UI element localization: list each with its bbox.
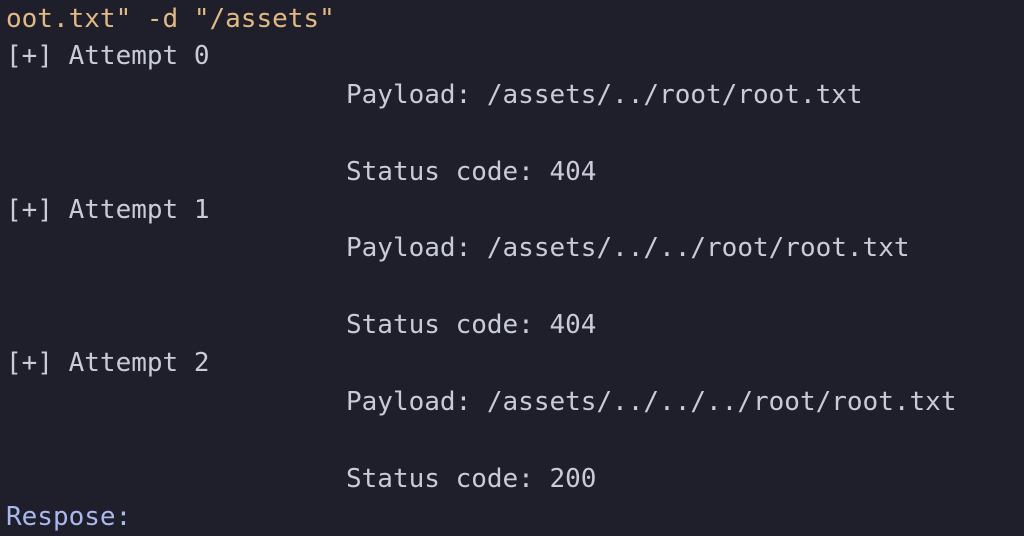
payload-line: Payload: /assets/../root/root.txt — [346, 80, 863, 110]
attempt-header: [+] Attempt 2 — [6, 348, 210, 378]
attempt-header: [+] Attempt 0 — [6, 41, 210, 71]
status-line: Status code: 404 — [346, 157, 597, 187]
status-line: Status code: 404 — [346, 310, 597, 340]
status-line: Status code: 200 — [346, 464, 597, 494]
payload-line: Payload: /assets/../../root/root.txt — [346, 233, 910, 263]
response-label: Respose: — [6, 502, 132, 532]
terminal-output: oot.txt" -d "/assets" [+] Attempt 0 Payl… — [0, 0, 1024, 534]
payload-line: Payload: /assets/../../../root/root.txt — [346, 387, 957, 417]
command-line: oot.txt" -d "/assets" — [6, 4, 335, 34]
attempt-header: [+] Attempt 1 — [6, 195, 210, 225]
